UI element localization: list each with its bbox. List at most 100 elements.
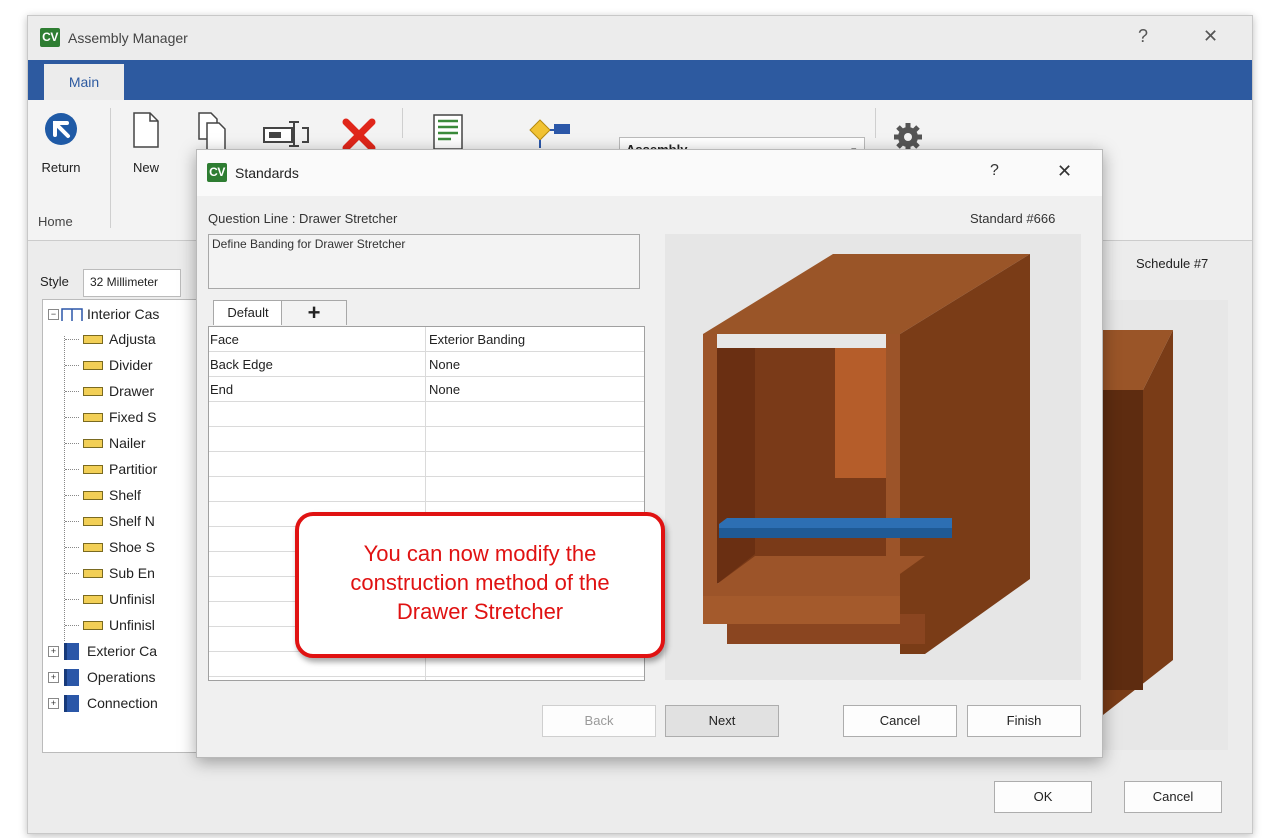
add-tab-icon[interactable]: + <box>281 300 347 325</box>
tree-leaf-label: Shoe S <box>109 539 155 555</box>
standards-dialog: CV Standards ? ✕ Question Line : Drawer … <box>196 149 1103 758</box>
cabinet-icon <box>61 308 83 321</box>
tree-leaf[interactable]: Shelf N <box>43 509 203 533</box>
cv-logo: CV <box>40 28 60 47</box>
finish-button[interactable]: Finish <box>967 705 1081 737</box>
next-button[interactable]: Next <box>665 705 779 737</box>
part-icon <box>83 543 103 552</box>
rename-button[interactable] <box>262 120 310 150</box>
flowchart-button[interactable] <box>526 118 576 148</box>
grid-row-empty <box>209 427 644 452</box>
tree-leaf-label: Fixed S <box>109 409 157 425</box>
copy-button[interactable] <box>196 112 232 152</box>
copy-document-icon <box>198 112 226 152</box>
question-line: Question Line : Drawer Stretcher <box>208 211 398 226</box>
part-icon <box>83 569 103 578</box>
part-icon <box>83 517 103 526</box>
tree-leaf[interactable]: Adjusta <box>43 327 203 351</box>
list-edit-icon <box>433 114 463 150</box>
part-icon <box>83 491 103 500</box>
grid-row[interactable]: End None <box>209 377 644 402</box>
main-titlebar: CV Assembly Manager ? ✕ <box>28 16 1252 60</box>
book-icon <box>64 695 79 712</box>
tree-leaf[interactable]: Shelf <box>43 483 203 507</box>
tree-leaf[interactable]: Sub En <box>43 561 203 585</box>
edit-list-button[interactable] <box>432 114 466 150</box>
collapse-icon[interactable]: − <box>48 309 59 320</box>
new-button[interactable]: New <box>126 112 166 192</box>
tree-line <box>65 469 79 470</box>
cancel-button[interactable]: Cancel <box>1124 781 1222 813</box>
tree-leaf[interactable]: Fixed S <box>43 405 203 429</box>
tab-default[interactable]: Default <box>213 300 283 325</box>
tree-leaf[interactable]: Shoe S <box>43 535 203 559</box>
expand-icon[interactable]: + <box>48 698 59 709</box>
close-button[interactable]: ✕ <box>1203 26 1218 47</box>
ok-button[interactable]: OK <box>994 781 1092 813</box>
tree-node-connections[interactable]: + Connection <box>43 691 203 715</box>
tree-leaf[interactable]: Drawer <box>43 379 203 403</box>
expand-icon[interactable]: + <box>48 672 59 683</box>
assembly-tree[interactable]: − Interior Cas Adjusta Divider Drawer Fi… <box>42 299 204 753</box>
part-icon <box>83 465 103 474</box>
book-icon <box>64 669 79 686</box>
tree-leaf[interactable]: Divider <box>43 353 203 377</box>
return-button[interactable]: Return <box>36 112 86 192</box>
grid-cell-value[interactable]: Exterior Banding <box>429 332 525 347</box>
tree-node-label: Interior Cas <box>87 306 160 322</box>
3d-preview-panel[interactable] <box>665 234 1081 680</box>
part-icon <box>83 335 103 344</box>
tree-leaf-label: Unfinisl <box>109 591 155 607</box>
grid-cell-name: Face <box>210 332 239 347</box>
tree-leaf-label: Divider <box>109 357 153 373</box>
ribbon-tab-bar: Main <box>28 60 1252 100</box>
tree-line <box>65 365 79 366</box>
tree-leaf[interactable]: Partitior <box>43 457 203 481</box>
callout-text: You can now modify the construction meth… <box>350 541 610 624</box>
schedule-label: Schedule #7 <box>1136 256 1209 271</box>
tree-leaf-label: Adjusta <box>109 331 156 347</box>
expand-icon[interactable]: + <box>48 646 59 657</box>
tree-node-operations[interactable]: + Operations <box>43 665 203 689</box>
return-icon <box>45 113 77 145</box>
tree-node-label: Exterior Ca <box>87 643 158 659</box>
tree-line <box>65 521 79 522</box>
style-select[interactable]: 32 Millimeter <box>83 269 181 297</box>
tree-leaf[interactable]: Unfinisl <box>43 587 203 611</box>
delete-button[interactable] <box>342 118 376 152</box>
part-icon <box>83 413 103 422</box>
grid-cell-name: Back Edge <box>210 357 273 372</box>
part-icon <box>83 387 103 396</box>
help-button[interactable]: ? <box>1138 26 1148 47</box>
settings-button[interactable] <box>890 120 926 152</box>
new-document-icon <box>133 112 159 148</box>
tree-line <box>65 443 79 444</box>
background-preview <box>1103 300 1228 750</box>
cv-logo: CV <box>207 163 227 182</box>
tree-line <box>65 547 79 548</box>
tree-leaf-label: Unfinisl <box>109 617 155 633</box>
tutorial-callout: You can now modify the construction meth… <box>295 512 665 658</box>
settings-gear-icon <box>894 123 922 151</box>
back-button[interactable]: Back <box>542 705 656 737</box>
grid-row[interactable]: Back Edge None <box>209 352 644 377</box>
tree-leaf-label: Shelf N <box>109 513 155 529</box>
tree-line <box>65 495 79 496</box>
dialog-close-button[interactable]: ✕ <box>1057 161 1072 182</box>
grid-cell-value[interactable]: None <box>429 357 460 372</box>
tree-leaf[interactable]: Nailer <box>43 431 203 455</box>
dialog-help-button[interactable]: ? <box>990 162 999 180</box>
tree-leaf[interactable]: Unfinisl <box>43 613 203 637</box>
tab-main[interactable]: Main <box>44 64 124 100</box>
tree-leaf-label: Shelf <box>109 487 141 503</box>
background-cabinet-render <box>1103 330 1173 715</box>
tree-node-exterior[interactable]: + Exterior Ca <box>43 639 203 663</box>
group-home-label: Home <box>38 214 73 229</box>
window-title: Assembly Manager <box>68 30 188 46</box>
grid-cell-value[interactable]: None <box>429 382 460 397</box>
part-icon <box>83 439 103 448</box>
tree-node-interior[interactable]: − Interior Cas <box>43 302 203 326</box>
dialog-cancel-button[interactable]: Cancel <box>843 705 957 737</box>
part-icon <box>83 361 103 370</box>
grid-row[interactable]: Face Exterior Banding <box>209 327 644 352</box>
